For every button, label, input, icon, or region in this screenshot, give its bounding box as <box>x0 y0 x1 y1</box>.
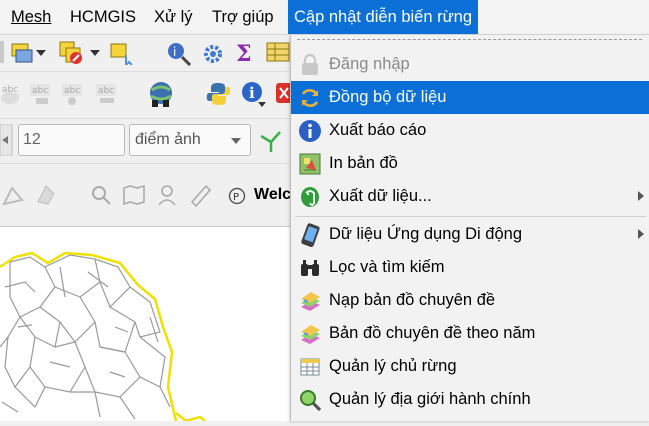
print-map-icon <box>299 153 321 175</box>
svg-text:abc: abc <box>64 86 80 96</box>
submenu-arrow-icon <box>638 191 644 201</box>
menu-bar: Mesh HCMGIS Xử lý Trợ giúp Cập nhật diễn… <box>0 0 649 35</box>
mobile-phone-icon <box>301 223 320 247</box>
info-icon <box>299 120 321 142</box>
postgres-elephant-icon <box>301 187 319 207</box>
symbol-size-input[interactable]: 12 <box>18 124 125 156</box>
menu-item-quan-ly-chu-rung[interactable]: Quản lý chủ rừng <box>291 350 649 383</box>
menu-tearoff-line[interactable] <box>297 39 642 40</box>
label-rotate-icon[interactable]: abc <box>94 80 120 108</box>
menu-item-loc-va-tim-kiem[interactable]: Lọc và tìm kiếm <box>291 251 649 284</box>
svg-text:i: i <box>173 45 176 59</box>
table-icon <box>300 358 320 376</box>
menu-separator <box>295 216 646 217</box>
remove-selection-icon[interactable] <box>58 40 84 66</box>
python-icon[interactable] <box>206 81 232 107</box>
chevron-down-icon[interactable] <box>36 50 46 58</box>
lock-icon <box>302 53 318 75</box>
map-canvas[interactable] <box>0 227 292 423</box>
menu-item-du-lieu-ung-dung-di-dong[interactable]: Dữ liệu Ứng dụng Di động <box>291 218 649 251</box>
welcome-tab[interactable]: Welc <box>254 186 291 204</box>
menu-item-quan-ly-dia-gioi-hanh-chinh[interactable]: Quản lý địa giới hành chính <box>291 383 649 416</box>
identify-icon[interactable]: i <box>166 41 192 67</box>
menu-item-dong-bo-du-lieu[interactable]: Đồng bộ dữ liệu <box>291 81 649 114</box>
svg-text:i: i <box>249 84 255 102</box>
chevron-down-icon[interactable] <box>90 50 100 58</box>
menu-item-in-ban-do[interactable]: In bản đồ <box>291 147 649 180</box>
spin-left-icon[interactable] <box>0 124 14 156</box>
svg-text:P: P <box>233 192 239 203</box>
thematic-map-year-icon <box>301 325 320 344</box>
zoom-magnifier-icon <box>300 390 322 412</box>
svg-text:Σ: Σ <box>236 41 252 67</box>
gear-icon[interactable] <box>200 41 226 67</box>
menu-item-xuat-bao-cao[interactable]: Xuất báo cáo <box>291 114 649 147</box>
label-move-icon[interactable]: abc <box>60 80 86 108</box>
sync-icon <box>301 89 319 107</box>
edit-node-icon[interactable] <box>34 182 58 208</box>
menu-item-xuat-du-lieu[interactable]: Xuất dữ liệu... <box>291 180 649 213</box>
svg-text:abc: abc <box>98 86 114 96</box>
map-parcels <box>0 251 206 423</box>
unit-select[interactable]: điểm ảnh <box>129 124 251 156</box>
plugin-p-icon[interactable]: P <box>228 187 246 205</box>
attribute-table-icon[interactable] <box>266 41 292 65</box>
digitize-icon[interactable] <box>2 184 24 208</box>
info-dropdown-icon[interactable]: i <box>240 80 268 110</box>
menu-mesh[interactable]: Mesh <box>5 0 57 34</box>
toolbar-handle-icon <box>0 41 4 63</box>
vertex-tool-icon[interactable] <box>258 128 284 154</box>
map-book-icon[interactable] <box>122 184 146 206</box>
search-icon[interactable] <box>90 184 112 206</box>
chevron-down-icon <box>231 138 241 144</box>
toolbar-row-1: i Σ <box>0 35 300 72</box>
svg-text:abc: abc <box>32 86 48 96</box>
submenu-arrow-icon <box>638 229 644 239</box>
binoculars-icon <box>301 260 319 276</box>
menu-cap-nhat-dien-bien-rung[interactable]: Cập nhật diễn biến rừng <box>288 0 479 34</box>
globe-binoculars-icon[interactable] <box>146 80 176 110</box>
menu-item-dang-nhap[interactable]: Đăng nhập <box>291 48 649 81</box>
menu-tro-giup[interactable]: Trợ giúp <box>206 0 280 34</box>
layers-icon[interactable] <box>10 41 34 65</box>
user-pin-icon[interactable] <box>156 183 178 207</box>
measure-icon[interactable] <box>188 182 212 208</box>
label-pin-icon[interactable]: abc <box>28 80 54 108</box>
svg-text:abc: abc <box>2 85 18 95</box>
thematic-map-icon <box>301 292 320 311</box>
label-icon[interactable]: abc <box>0 80 22 108</box>
menu-item-nap-ban-do-chuyen-de[interactable]: Nạp bản đồ chuyên đề <box>291 284 649 317</box>
sigma-statistics-icon[interactable]: Σ <box>234 39 256 67</box>
cap-nhat-dropdown-menu: Đăng nhập Đồng bộ dữ liệu Xuất báo cáo I… <box>290 35 649 421</box>
menu-hcmgis[interactable]: HCMGIS <box>64 0 142 34</box>
select-features-icon[interactable] <box>108 41 134 65</box>
toolbar-row-2: abc abc abc abc i <box>0 72 300 119</box>
menu-xu-ly[interactable]: Xử lý <box>148 0 199 34</box>
menu-item-ban-do-chuyen-de-theo-nam[interactable]: Bản đồ chuyên đề theo năm <box>291 317 649 350</box>
